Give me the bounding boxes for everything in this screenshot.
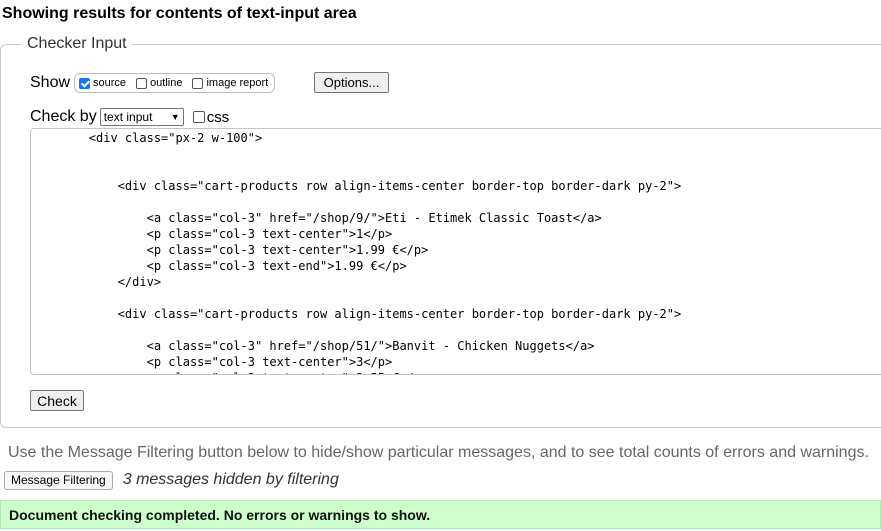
show-image-report-option[interactable]: image report (192, 77, 268, 89)
options-button[interactable]: Options... (314, 72, 389, 93)
check-button[interactable]: Check (30, 390, 84, 411)
image-report-label: image report (206, 77, 269, 89)
message-filtering-button[interactable]: Message Filtering (4, 470, 113, 490)
page-heading: Showing results for contents of text-inp… (2, 5, 357, 22)
show-label: Show (30, 74, 71, 91)
check-by-row: Check by text input ▼ css (30, 107, 229, 127)
css-option[interactable]: css (192, 108, 230, 126)
checker-input-legend: Checker Input (22, 35, 132, 53)
show-options-row: Show source outline image report (30, 72, 276, 94)
source-textarea[interactable]: <div class="px-2 w-100"> <div class="car… (30, 128, 881, 375)
success-message: Document checking completed. No errors o… (0, 500, 881, 529)
filtering-info-text: Use the Message Filtering button below t… (8, 444, 869, 461)
image-report-checkbox[interactable] (192, 77, 204, 89)
css-label: css (206, 108, 230, 126)
filtering-row: Message Filtering 3 messages hidden by f… (4, 470, 339, 490)
source-code: <div class="px-2 w-100"> <div class="car… (88, 131, 682, 374)
check-by-selected-value: text input (103, 110, 153, 124)
show-outline-option[interactable]: outline (136, 77, 182, 89)
outline-label: outline (150, 77, 183, 89)
chevron-down-icon: ▼ (170, 112, 180, 122)
show-source-option[interactable]: source (79, 77, 126, 89)
show-options-group: source outline image report (74, 73, 276, 93)
source-checkbox[interactable] (79, 77, 91, 89)
outline-checkbox[interactable] (136, 77, 148, 89)
css-checkbox[interactable] (192, 111, 205, 123)
hidden-messages-count: 3 messages hidden by filtering (122, 471, 339, 488)
check-by-label: Check by (30, 108, 97, 125)
source-label: source (93, 77, 127, 89)
check-by-select[interactable]: text input ▼ (99, 108, 184, 126)
